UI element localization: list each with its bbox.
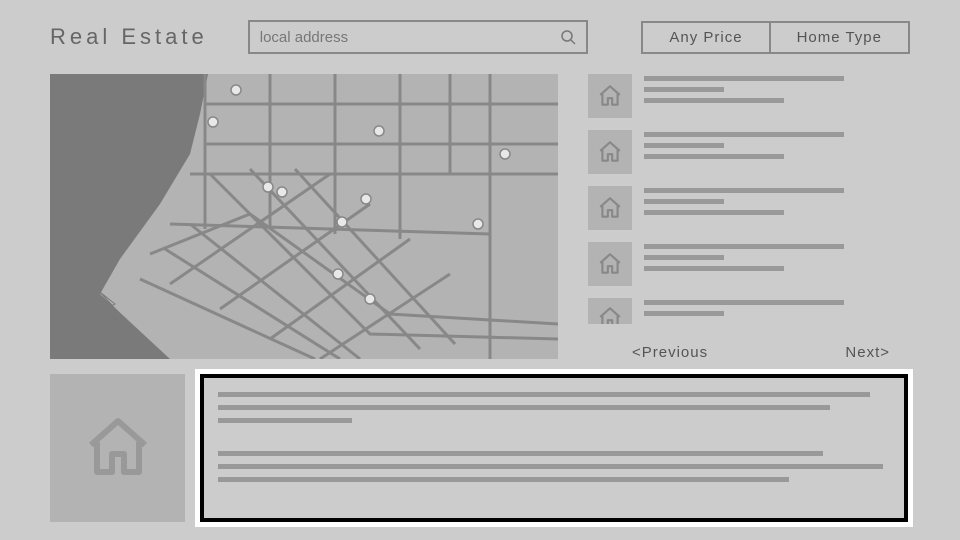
listing-thumb (588, 74, 632, 118)
listing-thumb (588, 242, 632, 286)
house-icon (82, 412, 154, 484)
search-input[interactable] (260, 29, 560, 46)
listing-text (644, 298, 910, 316)
listing-text (644, 74, 910, 103)
house-icon (597, 83, 623, 109)
main-content: <Previous Next> (0, 66, 960, 361)
map-view[interactable] (50, 74, 558, 359)
listing-text (644, 242, 910, 271)
filter-group: Any Price Home Type (641, 21, 910, 54)
header: Real Estate Any Price Home Type (0, 0, 960, 66)
house-icon (597, 305, 623, 324)
listing-thumb (588, 186, 632, 230)
listing-text (644, 130, 910, 159)
detail-text-line (218, 405, 830, 410)
price-filter-button[interactable]: Any Price (641, 21, 768, 54)
listings-panel: <Previous Next> (588, 74, 910, 361)
list-item[interactable] (588, 186, 910, 230)
detail-text-line (218, 477, 789, 482)
detail-text-line (218, 392, 870, 397)
listing-thumb (588, 130, 632, 174)
pagination: <Previous Next> (588, 336, 910, 361)
list-item[interactable] (588, 242, 910, 286)
detail-panel (50, 374, 908, 522)
detail-text-line (218, 451, 823, 456)
house-icon (597, 251, 623, 277)
next-link[interactable]: Next> (845, 344, 890, 361)
page-title: Real Estate (50, 24, 208, 50)
house-icon (597, 195, 623, 221)
list-item[interactable] (588, 130, 910, 174)
search-icon[interactable] (560, 29, 576, 45)
list-item[interactable] (588, 74, 910, 118)
home-type-filter-button[interactable]: Home Type (769, 21, 910, 54)
detail-thumb (50, 374, 185, 522)
listing-text (644, 186, 910, 215)
listing-thumb (588, 298, 632, 324)
list-item[interactable] (588, 298, 910, 324)
search-box[interactable] (248, 20, 588, 54)
detail-text-line (218, 464, 883, 469)
house-icon (597, 139, 623, 165)
detail-text-line (218, 418, 352, 423)
previous-link[interactable]: <Previous (632, 344, 708, 361)
detail-body[interactable] (200, 374, 908, 522)
